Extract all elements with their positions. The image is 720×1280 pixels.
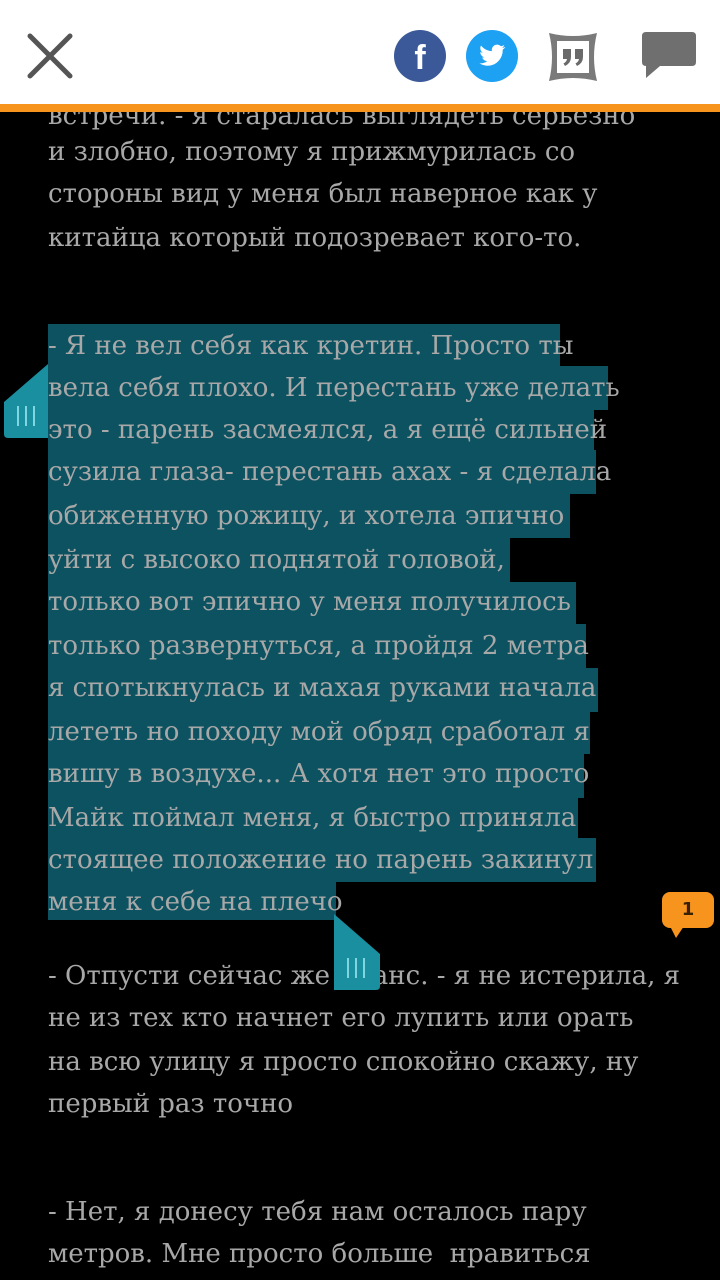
toolbar-accent-bar [0,104,720,112]
paragraph-line: первый раз точно [48,1089,294,1119]
selected-line: сузила глаза- перестань ахах - я сделала [48,457,612,487]
comments-icon [642,32,696,78]
twitter-icon [466,30,518,82]
selected-line: - Я не вел себя как кретин. Просто ты [48,331,574,361]
selected-line: лететь но походу мой обряд сработал я [48,717,590,747]
badge-tail [670,926,684,938]
paragraph-line: на всю улицу я просто спокойно скажу, ну [48,1047,639,1077]
paragraph-line: не из тех кто начнет его лупить или орат… [48,1003,634,1033]
selected-line: стоящее положение но парень закинул [48,845,594,875]
selected-line: Майк поймал меня, я быстро приняла [48,803,577,833]
paragraph-comments-badge[interactable]: 1 [662,892,714,928]
paragraph-line: - Нет, я донесу тебя нам осталось пару [48,1197,587,1227]
paragraph-line: стороны вид у меня был наверное как у [48,179,598,209]
selection-handle-icon [334,914,380,990]
close-button[interactable] [24,30,76,82]
selected-line: я спотыкнулась и махая руками начала [48,673,597,703]
selected-line: только вот эпично у меня получилось [48,587,571,617]
selected-line: вишу в воздухе... А хотя нет это просто [48,759,590,789]
paragraph-line: и злобно, поэтому я прижмурилась со [48,137,576,167]
close-icon [27,33,73,79]
selected-line: это - парень засмеялся, а я ещё сильней [48,415,608,445]
selection-end-handle[interactable] [334,914,380,990]
facebook-share-button[interactable]: f [393,29,447,83]
paragraph-line: китайца который подозревает кого-то. [48,223,582,253]
selection-handle-icon [4,364,48,438]
facebook-icon: f [394,30,446,82]
twitter-share-button[interactable] [465,29,519,83]
selected-line: только развернуться, а пройдя 2 метра [48,631,589,661]
reader-toolbar: f [0,0,720,104]
reader-content[interactable]: встречи. - я старалась выглядеть серьезн… [0,112,720,1280]
paragraph-line: метров. Мне просто больше нравиться [48,1239,591,1269]
selected-line: меня к себе на плечо [48,887,343,917]
quote-icon [549,33,597,81]
facebook-letter: f [414,39,426,77]
quote-button[interactable] [545,29,601,85]
selected-line: обиженную рожицу, и хотела эпично [48,501,565,531]
selected-line: уйти с высоко поднятой головой, [48,545,505,575]
selection-start-handle[interactable] [4,364,50,438]
comments-button[interactable] [640,30,698,84]
selected-line: вела себя плохо. И перестань уже делать [48,373,620,403]
